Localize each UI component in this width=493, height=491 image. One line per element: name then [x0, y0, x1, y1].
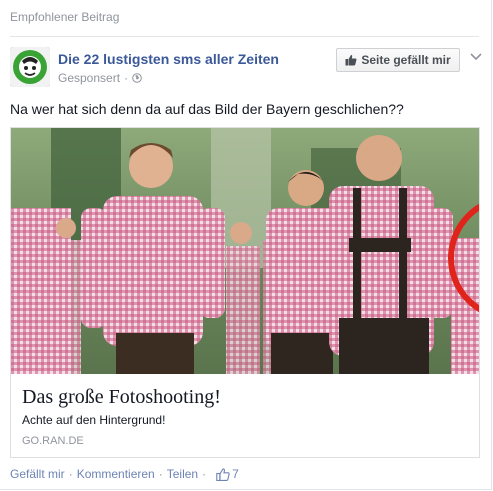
link-domain: GO.RAN.DE [22, 435, 84, 447]
page-avatar[interactable] [10, 47, 50, 87]
like-page-label: Seite gefällt mir [361, 53, 451, 67]
sponsored-row: Gesponsert · [58, 71, 142, 85]
comment-action[interactable]: Kommentieren [77, 467, 155, 481]
page-name-link[interactable]: Die 22 lustigsten sms aller Zeiten [58, 51, 279, 67]
page-logo-icon [10, 47, 50, 87]
action-separator: · [158, 467, 163, 481]
thumbs-up-icon [345, 54, 357, 66]
globe-icon [132, 73, 142, 83]
sponsored-label[interactable]: Gesponsert [58, 71, 120, 85]
feed-story: Empfohlener Beitrag Die 22 lustigsten sm… [0, 0, 492, 490]
post-text: Na wer hat sich denn da auf das Bild der… [10, 101, 404, 117]
link-description: Achte auf den Hintergrund! [22, 413, 166, 427]
sponsored-separator: · [124, 71, 129, 85]
action-bar: Gefällt mir · Kommentieren · Teilen · 7 [10, 467, 239, 481]
action-separator: · [68, 467, 73, 481]
link-image[interactable] [11, 128, 479, 374]
like-count-value: 7 [232, 467, 239, 481]
link-card[interactable]: Das große Fotoshooting! Achte auf den Hi… [10, 127, 480, 458]
like-page-button[interactable]: Seite gefällt mir [336, 48, 460, 72]
like-action[interactable]: Gefällt mir [10, 467, 65, 481]
group-photo [11, 128, 479, 374]
recommended-post-label: Empfohlener Beitrag [10, 10, 120, 24]
share-action[interactable]: Teilen [167, 467, 198, 481]
action-separator: · [202, 467, 207, 481]
chevron-down-icon[interactable] [470, 52, 482, 62]
header-divider [10, 36, 479, 37]
link-title[interactable]: Das große Fotoshooting! [22, 386, 221, 409]
like-count[interactable]: 7 [216, 467, 239, 481]
like-count-icon [216, 467, 230, 481]
